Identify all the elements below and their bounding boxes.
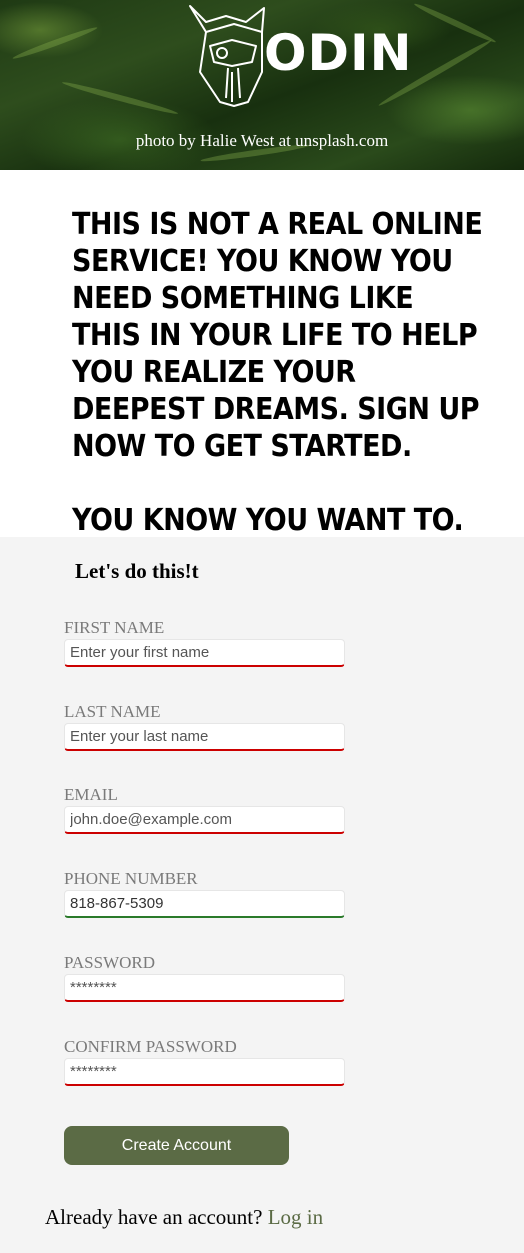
signup-form: Let's do this!t FIRST NAME LAST NAME EMA… xyxy=(0,537,524,1253)
login-prompt: Already have an account? Log in xyxy=(45,1205,323,1230)
create-account-button[interactable]: Create Account xyxy=(64,1126,289,1165)
login-link[interactable]: Log in xyxy=(268,1205,323,1229)
confirm-password-input[interactable] xyxy=(64,1058,345,1086)
pitch-text: This is not a real online service! You k… xyxy=(72,207,483,464)
phone-input[interactable] xyxy=(64,890,345,918)
password-field: PASSWORD xyxy=(64,953,345,1002)
password-label: PASSWORD xyxy=(64,953,156,972)
form-heading: Let's do this!t xyxy=(75,559,199,583)
first-name-label: FIRST NAME xyxy=(64,618,165,637)
email-label: EMAIL xyxy=(64,785,118,804)
pitch-section: This is not a real online service! You k… xyxy=(0,170,524,538)
email-field: EMAIL xyxy=(64,785,345,834)
phone-label: PHONE NUMBER xyxy=(64,869,198,888)
last-name-label: LAST NAME xyxy=(64,702,161,721)
confirm-password-label: CONFIRM PASSWORD xyxy=(64,1037,237,1056)
hero-banner: ODIN photo by Halie West at unsplash.com xyxy=(0,0,524,170)
email-input[interactable] xyxy=(64,806,345,834)
confirm-password-field: CONFIRM PASSWORD xyxy=(64,1037,345,1086)
first-name-input[interactable] xyxy=(64,639,345,667)
password-input[interactable] xyxy=(64,974,345,1002)
logo-wordmark: ODIN xyxy=(264,24,413,82)
photo-credit: photo by Halie West at unsplash.com xyxy=(135,131,389,150)
last-name-input[interactable] xyxy=(64,723,345,751)
login-prompt-text: Already have an account? xyxy=(45,1205,263,1229)
phone-field: PHONE NUMBER xyxy=(64,869,345,918)
pitch-tagline: You know you want to. xyxy=(72,503,464,538)
last-name-field: LAST NAME xyxy=(64,702,345,751)
first-name-field: FIRST NAME xyxy=(64,618,345,667)
